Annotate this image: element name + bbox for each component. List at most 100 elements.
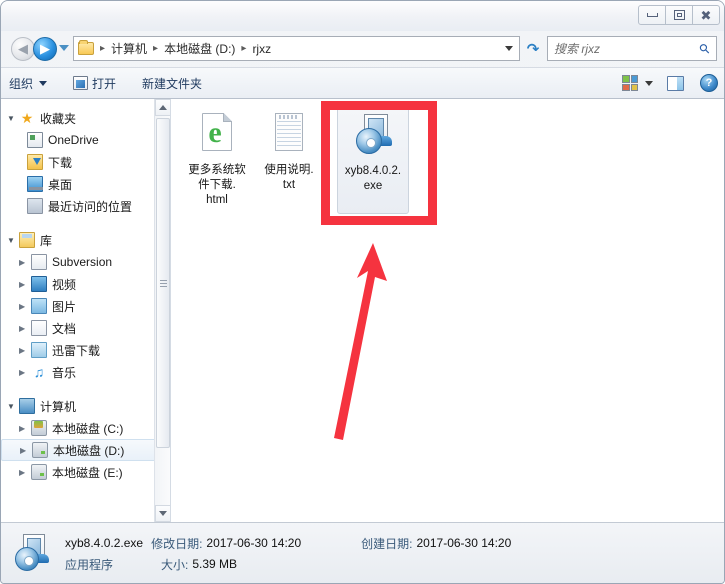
sidebar-item-label: Subversion [52,255,113,269]
file-list-pane[interactable]: e 更多系统软 件下载. html 使用说明. txt xyb8.4.0.2. … [171,99,724,522]
window-controls: ✖ [638,5,720,25]
minimize-button[interactable] [638,5,666,25]
html-file-icon: e [194,111,240,159]
navigation-scrollbar[interactable] [154,99,170,522]
sidebar-group-libraries[interactable]: ▼ 库 [1,229,170,251]
expander-icon[interactable]: ▶ [19,368,29,377]
pictures-icon [31,298,47,314]
close-button[interactable]: ✖ [692,5,720,25]
breadcrumb-item-folder[interactable]: rjxz [250,42,273,56]
sidebar-item-downloads[interactable]: 下载 [1,151,170,173]
expander-open-icon[interactable]: ▼ [7,236,17,245]
status-file-type: 应用程序 [65,557,114,572]
explorer-window: ✖ ◀ ▶ ▸ 计算机 ▸ 本地磁盘 (D:) ▸ rjxz ↷ 搜索 rjxz [0,0,725,584]
new-folder-label: 新建文件夹 [142,76,203,91]
back-button[interactable]: ◀ [11,37,35,61]
address-bar: ◀ ▶ ▸ 计算机 ▸ 本地磁盘 (D:) ▸ rjxz ↷ 搜索 rjxz ⚲ [1,31,724,67]
open-button[interactable]: 打开 [65,71,124,95]
scroll-up-button[interactable] [155,99,170,116]
drive-icon [31,464,47,480]
maximize-button[interactable] [665,5,693,25]
expander-open-icon[interactable]: ▼ [7,114,17,123]
sidebar-item-recent-places[interactable]: 最近访问的位置 [1,195,170,217]
navigation-pane: ▼ ★ 收藏夹 OneDrive 下载 桌面 最近访问的位置 ▼ 库 ▶ Sub… [1,99,171,522]
maximize-icon [673,10,685,20]
view-dropdown-icon[interactable] [645,80,653,86]
expander-icon[interactable]: ▶ [20,446,30,455]
status-modified-label: 修改日期: [151,536,203,551]
organize-button[interactable]: 组织 [1,71,55,95]
chevron-down-icon [159,511,167,516]
expander-icon[interactable]: ▶ [19,346,29,355]
breadcrumb[interactable]: ▸ 计算机 ▸ 本地磁盘 (D:) ▸ rjxz [73,36,498,61]
onedrive-icon [27,132,43,148]
file-item-txt[interactable]: 使用说明. txt [253,107,325,214]
music-icon: ♫ [33,364,45,380]
sidebar-item-label: 文档 [52,321,77,336]
file-item-html[interactable]: e 更多系统软 件下载. html [181,107,253,214]
desktop-icon [27,176,43,192]
scrollbar-thumb[interactable] [156,118,170,448]
navigation-list: ▼ ★ 收藏夹 OneDrive 下载 桌面 最近访问的位置 ▼ 库 ▶ Sub… [1,99,170,483]
documents-icon [31,320,47,336]
sidebar-item-documents[interactable]: ▶ 文档 [1,317,170,339]
expander-open-icon[interactable]: ▼ [7,402,17,411]
sidebar-item-label: 本地磁盘 (C:) [52,421,124,436]
expander-icon[interactable]: ▶ [19,258,29,267]
close-icon: ✖ [700,7,712,23]
search-box[interactable]: 搜索 rjxz ⚲ [547,36,717,61]
breadcrumb-item-computer[interactable]: 计算机 [109,40,149,57]
forward-button[interactable]: ▶ [33,37,57,61]
sidebar-item-xunlei[interactable]: ▶ 迅雷下载 [1,339,170,361]
chevron-down-icon [504,46,513,51]
expander-icon[interactable]: ▶ [19,468,29,477]
file-item-exe[interactable]: xyb8.4.0.2. exe [337,107,409,214]
status-line-secondary: 应用程序 大小: 5.39 MB [65,556,511,573]
expander-icon[interactable]: ▶ [19,280,29,289]
subversion-icon [31,254,47,270]
sidebar-item-drive-e[interactable]: ▶ 本地磁盘 (E:) [1,461,170,483]
chevron-up-icon [159,105,167,110]
search-input[interactable]: 搜索 rjxz [554,40,700,57]
text-file-icon [266,111,312,159]
sidebar-item-music[interactable]: ▶ ♫ 音乐 [1,361,170,383]
sidebar-item-onedrive[interactable]: OneDrive [1,129,170,151]
sidebar-item-subversion[interactable]: ▶ Subversion [1,251,170,273]
view-options-icon[interactable] [622,75,638,91]
history-dropdown-icon[interactable] [59,45,69,51]
sidebar-group-favorites[interactable]: ▼ ★ 收藏夹 [1,107,170,129]
sidebar-item-pictures[interactable]: ▶ 图片 [1,295,170,317]
sidebar-item-label: 本地磁盘 (E:) [52,465,123,480]
new-folder-button[interactable]: 新建文件夹 [134,71,210,95]
sidebar-group-label: 收藏夹 [40,111,77,126]
sidebar-item-label: 下载 [48,155,73,170]
expander-icon[interactable]: ▶ [19,302,29,311]
open-label: 打开 [92,76,117,91]
refresh-button[interactable]: ↷ [523,39,543,59]
chevron-down-icon [39,80,48,86]
xunlei-icon [31,342,47,358]
expander-icon[interactable]: ▶ [19,424,29,433]
downloads-icon [27,154,43,170]
status-size-label: 大小: [161,557,189,572]
breadcrumb-item-drive[interactable]: 本地磁盘 (D:) [162,40,237,57]
help-icon[interactable]: ? [700,74,718,92]
expander-icon[interactable]: ▶ [19,324,29,333]
drive-icon [32,442,48,458]
address-dropdown-button[interactable] [498,36,520,61]
scroll-down-button[interactable] [155,505,170,522]
sidebar-item-desktop[interactable]: 桌面 [1,173,170,195]
sidebar-item-drive-d[interactable]: ▶ 本地磁盘 (D:) [1,439,164,461]
video-icon [31,276,47,292]
sidebar-item-label: 最近访问的位置 [48,199,133,214]
command-toolbar: 组织 打开 新建文件夹 ? [1,67,724,99]
folder-icon [78,40,94,55]
title-bar: ✖ [1,1,724,31]
sidebar-group-computer[interactable]: ▼ 计算机 [1,395,170,417]
breadcrumb-separator: ▸ [241,43,247,54]
sidebar-item-videos[interactable]: ▶ 视频 [1,273,170,295]
organize-label: 组织 [9,76,34,91]
file-name-label: 使用说明. txt [264,164,314,191]
preview-pane-icon[interactable] [667,75,684,91]
sidebar-item-drive-c[interactable]: ▶ 本地磁盘 (C:) [1,417,170,439]
